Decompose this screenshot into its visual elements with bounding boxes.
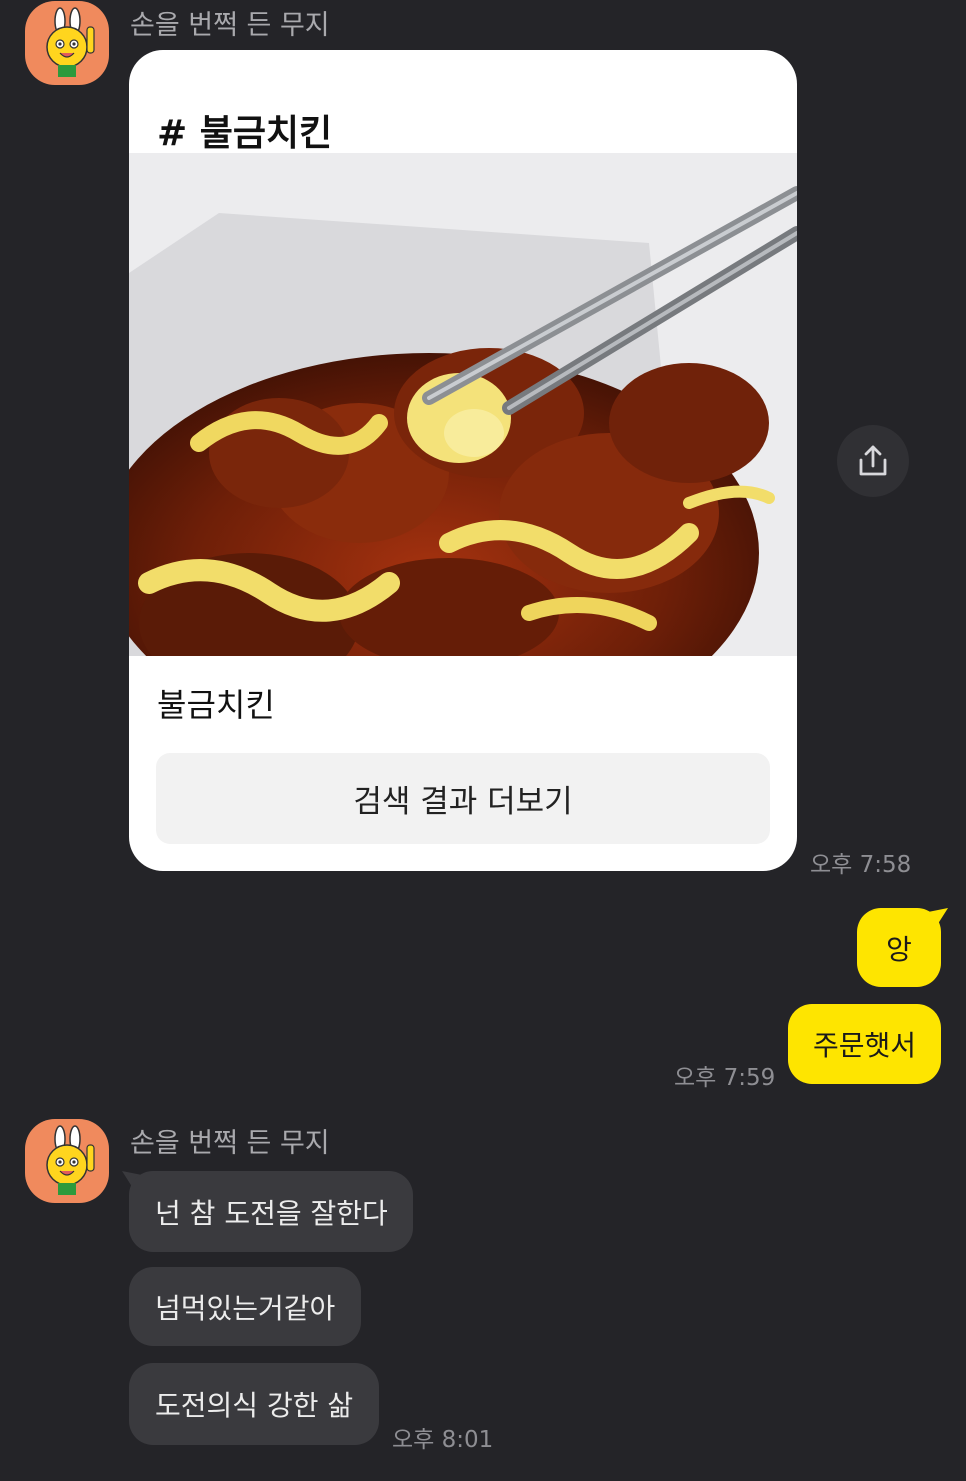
- sender-name: 손을 번쩍 든 무지: [130, 10, 330, 41]
- message-time: 오후 7:58: [810, 852, 912, 878]
- muzi-character-icon: [46, 1125, 95, 1195]
- chat-room: 손을 번쩍 든 무지 # 불금치킨 불금치킨 검색 결과 더보기 오후 7:58…: [0, 0, 966, 1481]
- share-button[interactable]: [837, 425, 909, 497]
- message-text: 주문햇서: [812, 1029, 917, 1062]
- sender-name: 손을 번쩍 든 무지: [130, 1128, 330, 1159]
- share-icon: [859, 445, 887, 476]
- message-time: 오후 8:01: [392, 1427, 494, 1453]
- message-time: 오후 7:59: [674, 1065, 776, 1091]
- bubble-tail: [928, 908, 948, 930]
- incoming-message[interactable]: 도전의식 강한 삶: [129, 1363, 379, 1445]
- card-hashtag-title: # 불금치킨: [157, 113, 333, 154]
- avatar[interactable]: [25, 1119, 109, 1203]
- message-text: 앙: [886, 932, 912, 966]
- outgoing-message[interactable]: 주문햇서: [788, 1004, 941, 1084]
- chicken-photo[interactable]: [129, 153, 797, 656]
- message-text: 도전의식 강한 삶: [155, 1389, 354, 1422]
- more-results-button[interactable]: 검색 결과 더보기: [156, 753, 770, 844]
- card-caption: 불금치킨: [157, 686, 275, 724]
- message-text: 넘먹있는거같아: [155, 1291, 336, 1325]
- incoming-message[interactable]: 넌 참 도전을 잘한다: [129, 1171, 413, 1252]
- muzi-character-icon: [46, 7, 95, 77]
- incoming-message[interactable]: 넘먹있는거같아: [129, 1267, 361, 1346]
- avatar[interactable]: [25, 1, 109, 85]
- search-result-card[interactable]: # 불금치킨 불금치킨 검색 결과 더보기: [129, 50, 797, 871]
- message-text: 넌 참 도전을 잘한다: [155, 1196, 388, 1230]
